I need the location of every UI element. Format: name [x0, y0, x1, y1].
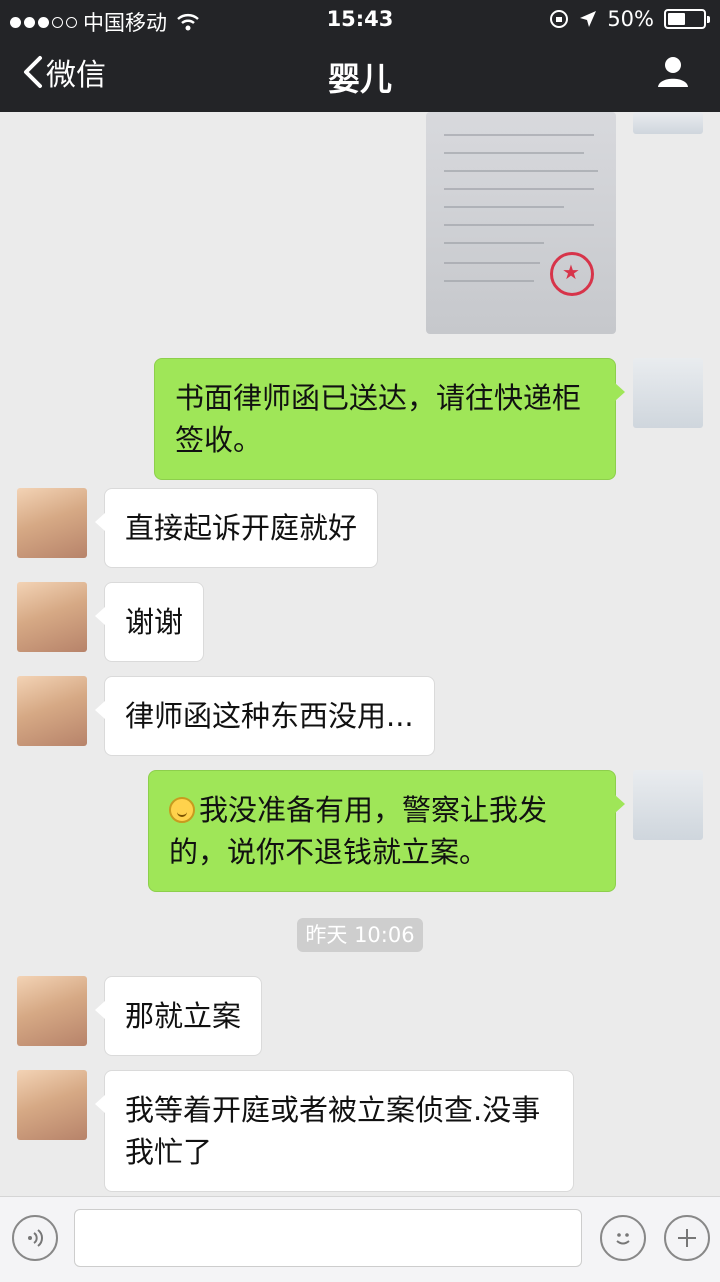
red-seal-stamp [550, 252, 594, 296]
my-avatar[interactable] [633, 770, 703, 840]
contact-avatar[interactable] [17, 976, 87, 1046]
message-bubble[interactable]: 律师函这种东西没用... [95, 676, 435, 756]
message-text: 我没准备有用，警察让我发的，说你不退钱就立案。 [169, 793, 548, 869]
smile-icon [169, 797, 195, 823]
time-divider: 昨天 10:06 [297, 918, 423, 952]
nav-bar: 微信 婴儿 [0, 38, 720, 112]
input-bar [0, 1196, 720, 1282]
battery-percent: 50% [607, 7, 654, 31]
status-right: 50% [549, 7, 710, 31]
plus-icon [678, 1229, 696, 1247]
chat-title: 婴儿 [327, 60, 392, 98]
message-bubble[interactable]: 那就立案 [94, 976, 263, 1056]
message-text: 直接起诉开庭就好 [125, 511, 358, 545]
message-text: 那就立案 [125, 999, 242, 1033]
message-text: 谢谢 [125, 605, 184, 639]
message-text: 书面律师函已送达，请往快递柜签收。 [175, 381, 582, 457]
voice-button[interactable] [12, 1215, 58, 1261]
message-text: 我等着开庭或者被立案侦查.没事我忙了 [125, 1093, 541, 1169]
battery-icon [664, 9, 710, 29]
my-avatar[interactable] [633, 112, 703, 134]
more-button[interactable] [664, 1215, 710, 1261]
message-input[interactable] [74, 1209, 582, 1267]
voice-icon [28, 1229, 43, 1247]
my-avatar[interactable] [633, 358, 703, 428]
profile-button[interactable] [656, 54, 690, 92]
emoji-button[interactable] [600, 1215, 646, 1261]
location-icon [580, 11, 597, 27]
contact-avatar[interactable] [17, 1070, 87, 1140]
contact-avatar[interactable] [17, 582, 87, 652]
top-bar: 中国移动 15:43 50% 微信 婴儿 [0, 0, 720, 112]
orientation-lock-icon [550, 10, 569, 28]
contact-avatar[interactable] [17, 676, 87, 746]
message-text: 律师函这种东西没用... [125, 699, 414, 733]
document-image-message[interactable] [426, 112, 616, 334]
status-bar: 中国移动 15:43 50% [0, 0, 720, 38]
message-bubble[interactable]: 直接起诉开庭就好 [94, 488, 379, 568]
contact-avatar[interactable] [17, 488, 87, 558]
message-bubble[interactable]: 我没准备有用，警察让我发的，说你不退钱就立案。 [148, 770, 625, 892]
user-icon [658, 57, 688, 87]
message-bubble[interactable]: 书面律师函已送达，请往快递柜签收。 [154, 358, 625, 480]
smiley-icon [616, 1233, 630, 1245]
message-bubble[interactable]: 谢谢 [94, 582, 205, 662]
message-bubble[interactable]: 我等着开庭或者被立案侦查.没事我忙了 [95, 1070, 574, 1192]
